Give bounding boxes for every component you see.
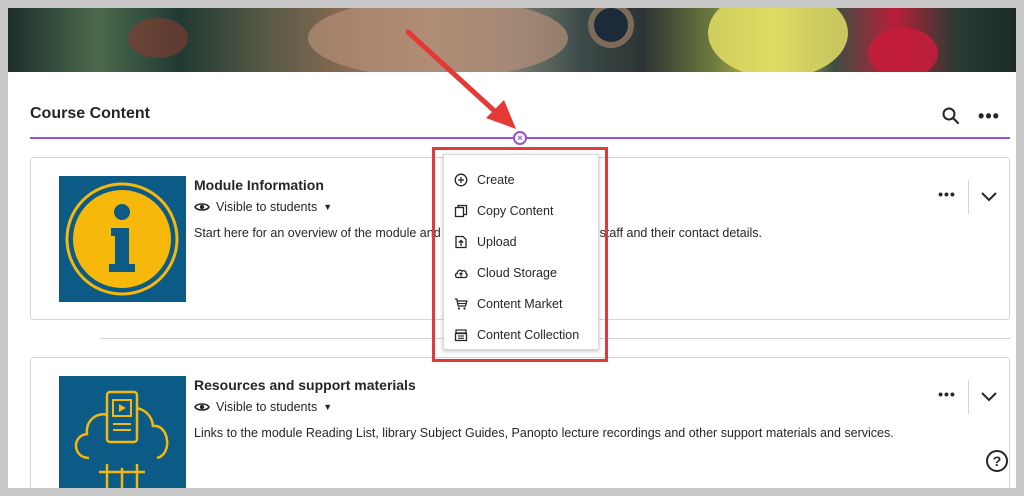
visibility-label: Visible to students	[216, 200, 318, 214]
more-options-button[interactable]: •••	[977, 104, 1001, 128]
item-thumbnail	[59, 376, 186, 488]
visibility-toggle[interactable]: Visible to students ▼	[194, 200, 332, 214]
menu-item-create[interactable]: Create	[444, 166, 600, 194]
course-banner-image	[8, 8, 1016, 72]
menu-item-cloud-storage[interactable]: Cloud Storage	[444, 259, 600, 287]
eye-icon	[194, 403, 210, 411]
add-content-button[interactable]: ×	[513, 131, 527, 145]
collection-icon	[454, 329, 468, 342]
item-description: Links to the module Reading List, librar…	[194, 426, 894, 440]
separator	[968, 180, 969, 214]
menu-item-upload[interactable]: Upload	[444, 228, 600, 256]
expand-button[interactable]	[977, 184, 1001, 208]
cloud-video-icon	[74, 390, 169, 488]
plus-circle-icon	[454, 173, 468, 187]
menu-item-copy-content[interactable]: Copy Content	[444, 197, 600, 225]
info-icon	[65, 182, 179, 296]
caret-down-icon: ▼	[323, 402, 333, 412]
more-options-icon: •••	[978, 105, 1000, 126]
more-options-icon: •••	[938, 186, 956, 202]
content-item-resources: Resources and support materials Visible …	[30, 357, 1010, 488]
item-more-button[interactable]: •••	[935, 386, 959, 410]
add-content-menu: Create Copy Content Upload Cloud Storage…	[443, 154, 599, 350]
cart-icon	[454, 298, 468, 310]
cloud-upload-icon	[454, 269, 468, 279]
copy-icon	[454, 204, 468, 218]
help-button[interactable]: ?	[986, 450, 1008, 472]
upload-icon	[455, 235, 467, 249]
expand-button[interactable]	[977, 384, 1001, 408]
search-button[interactable]	[939, 104, 963, 128]
chevron-down-icon	[981, 192, 997, 202]
item-more-button[interactable]: •••	[935, 186, 959, 210]
search-icon	[942, 107, 960, 125]
caret-down-icon: ▼	[323, 202, 333, 212]
menu-item-content-collection[interactable]: Content Collection	[444, 321, 600, 349]
close-icon: ×	[517, 133, 523, 143]
separator	[968, 380, 969, 414]
menu-item-content-market[interactable]: Content Market	[444, 290, 600, 318]
page-title: Course Content	[30, 105, 150, 122]
visibility-label: Visible to students	[216, 400, 318, 414]
item-title[interactable]: Module Information	[194, 177, 324, 193]
visibility-toggle[interactable]: Visible to students ▼	[194, 400, 332, 414]
course-page: Course Content ••• × Module Information …	[8, 8, 1016, 488]
chevron-down-icon	[981, 392, 997, 402]
item-title[interactable]: Resources and support materials	[194, 377, 416, 393]
more-options-icon: •••	[938, 386, 956, 402]
help-icon: ?	[992, 453, 1002, 469]
eye-icon	[194, 203, 210, 211]
item-thumbnail	[59, 176, 186, 302]
